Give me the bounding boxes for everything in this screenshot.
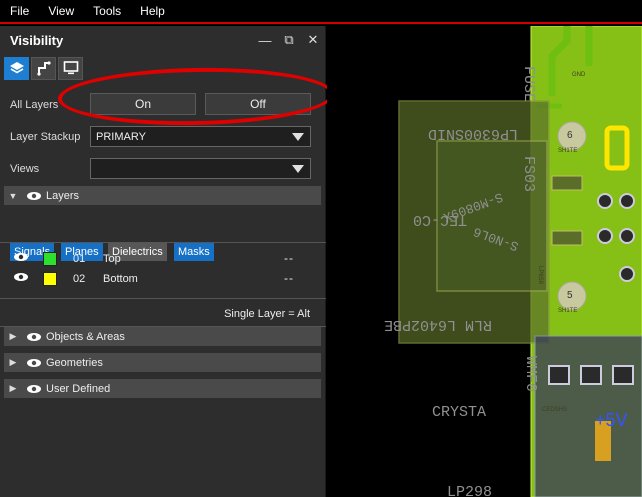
layers-icon [9,62,24,74]
pad-label-5: 5 [567,290,573,301]
route-icon [36,61,51,76]
divider [0,242,326,243]
menu-file[interactable]: File [10,4,29,18]
visibility-panel: Visibility — ⧉ ✕ All Layers On Off Layer… [0,26,326,497]
layer-row-top[interactable]: 01 Top -- [0,250,326,268]
chevron-down-icon [292,133,304,141]
expand-triangle-icon[interactable]: ▶ [4,357,22,368]
silk-fuse: FUSE [520,66,537,102]
expand-triangle-icon[interactable]: ▶ [4,383,22,394]
monitor-icon [63,61,78,75]
eye-icon[interactable] [22,384,46,394]
layer-row-bottom[interactable]: 02 Bottom -- [0,270,326,288]
eye-icon[interactable] [22,358,46,368]
layer-name: Bottom [103,273,138,285]
menu-tools[interactable]: Tools [93,4,121,18]
display-mode-button[interactable] [58,56,83,80]
layer-name: Top [103,253,121,265]
geometries-section-header[interactable]: ▶ Geometries [4,353,321,372]
silk-gnd: GND [572,72,586,78]
menu-bar: File View Tools Help [0,0,642,24]
silk-lp6s8: LP6S8 [537,266,543,285]
silk-wmf0: WMF0 [522,356,539,392]
section-title: Geometries [46,356,103,369]
layers-mode-button[interactable] [4,56,29,80]
close-icon[interactable]: ✕ [301,32,325,48]
views-select[interactable] [90,158,311,179]
section-title: Objects & Areas [46,330,125,343]
pad-label-6: 6 [567,130,573,141]
layers-section-header[interactable]: ▼ Layers [4,186,321,205]
restore-icon[interactable]: ⧉ [277,32,301,48]
menu-view[interactable]: View [48,4,74,18]
chevron-down-icon [292,165,304,173]
user-defined-section-header[interactable]: ▶ User Defined [4,379,321,398]
layer-number: 02 [73,273,86,285]
views-label: Views [10,163,40,175]
eye-icon[interactable] [13,272,29,285]
pcb-canvas[interactable]: LP6300SNID TEC-C0 RLM L6402PBE CRYSTA LP… [327,26,642,497]
silk-cedshs: CEDSHS [542,407,567,413]
mode-toolbar [0,54,325,82]
collapse-triangle-icon[interactable]: ▼ [4,191,22,201]
all-layers-on-button[interactable]: On [90,93,196,115]
panel-title: Visibility [10,32,64,48]
silk-lp6300snid: LP6300SNID [428,125,518,142]
silk-5v: +5V [595,410,628,430]
section-title: User Defined [46,382,111,395]
silk-sh1te-2: SH1TE [558,308,577,314]
menu-help[interactable]: Help [140,4,165,18]
layer-number: 01 [73,253,86,265]
objects-areas-section-header[interactable]: ▶ Objects & Areas [4,327,321,346]
eye-icon[interactable] [22,332,46,342]
silk-crysta: CRYSTA [432,404,486,421]
layer-color-swatch[interactable] [43,252,57,266]
expand-triangle-icon[interactable]: ▶ [4,331,22,342]
all-layers-label: All Layers [10,99,59,111]
layers-section-title: Layers [46,189,80,202]
layer-stackup-select[interactable]: PRIMARY [90,126,311,147]
divider [0,298,326,299]
silk-sh1te-1: SH1TE [558,148,577,154]
layer-color-swatch[interactable] [43,272,57,286]
single-layer-hint: Single Layer = Alt [224,308,310,320]
silk-lp298: LP298 [447,484,492,497]
minimize-icon[interactable]: — [253,33,277,48]
pcb-drawing: LP6300SNID TEC-C0 RLM L6402PBE CRYSTA LP… [384,26,642,497]
silk-rlm: RLM L6402PBE [384,316,492,333]
layer-style[interactable]: -- [284,251,294,265]
layer-style[interactable]: -- [284,271,294,285]
silk-fs03: FS03 [520,156,537,192]
panel-titlebar: Visibility — ⧉ ✕ [0,26,325,54]
routing-mode-button[interactable] [31,56,56,80]
all-layers-off-button[interactable]: Off [205,93,311,115]
eye-icon[interactable] [22,191,46,201]
layer-stackup-label: Layer Stackup [10,131,81,143]
eye-icon[interactable] [13,252,29,265]
layer-stackup-value: PRIMARY [96,130,146,143]
